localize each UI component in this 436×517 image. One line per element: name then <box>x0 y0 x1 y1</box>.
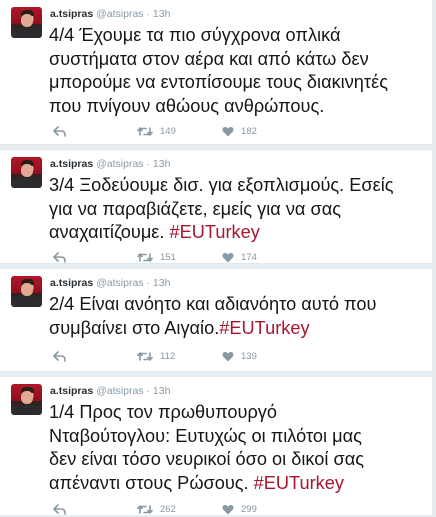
header-separator: · <box>146 8 150 20</box>
like-button[interactable]: 174 <box>222 249 257 265</box>
tweet-header: a.tsipras @atsipras · 13h <box>50 385 170 398</box>
retweet-icon <box>137 252 153 262</box>
tweet-feed: a.tsipras @atsipras · 13h 4/4 Έχουμε τα … <box>0 0 436 515</box>
avatar-shirt <box>14 28 40 38</box>
avatar[interactable] <box>11 157 42 188</box>
header-separator: · <box>146 277 150 289</box>
hashtag-link[interactable]: #EUTurkey <box>170 222 260 242</box>
reply-icon <box>53 125 66 137</box>
avatar-face <box>21 164 33 177</box>
tweet-card[interactable]: a.tsipras @atsipras · 13h 4/4 Έχουμε τα … <box>0 0 432 145</box>
like-count: 139 <box>241 350 257 362</box>
tweet-actions: 151 174 <box>50 249 350 265</box>
avatar-shirt <box>14 178 40 188</box>
reply-button[interactable] <box>53 348 66 364</box>
retweet-count: 151 <box>160 251 176 263</box>
avatar-face <box>21 391 33 404</box>
avatar[interactable] <box>11 7 42 38</box>
tweet-time[interactable]: 13h <box>153 385 171 397</box>
header-separator: · <box>146 385 150 397</box>
tweet-time[interactable]: 13h <box>153 158 171 170</box>
retweet-button[interactable]: 151 <box>137 249 176 265</box>
tweet-actions: 149 182 <box>50 123 350 139</box>
hashtag-link[interactable]: #EUTurkey <box>219 318 309 338</box>
tweet-time[interactable]: 13h <box>153 277 171 289</box>
retweet-icon <box>137 504 153 514</box>
tweet-text: 2/4 Είναι ανόητο και αδιανόητο αυτό που … <box>49 293 427 340</box>
retweet-button[interactable]: 149 <box>137 123 176 139</box>
avatar[interactable] <box>11 384 42 415</box>
author-name[interactable]: a.tsipras <box>50 385 93 397</box>
tweet-header: a.tsipras @atsipras · 13h <box>50 277 170 290</box>
author-handle[interactable]: @atsipras <box>96 277 143 289</box>
tweet-text: 3/4 Ξοδεύουμε δισ. για εξοπλισμούς. Εσεί… <box>49 174 427 245</box>
tweet-actions: 112 139 <box>50 348 350 364</box>
author-name[interactable]: a.tsipras <box>50 8 93 20</box>
hashtag-link[interactable]: #EUTurkey <box>254 473 344 493</box>
avatar-face <box>21 283 33 296</box>
heart-icon <box>222 126 234 136</box>
tweet-text: 4/4 Έχουμε τα πιο σύγχρονα οπλικά συστήμ… <box>49 24 427 118</box>
tweet-body: 2/4 Είναι ανόητο και αδιανόητο αυτό που … <box>49 294 377 338</box>
author-handle[interactable]: @atsipras <box>96 158 143 170</box>
avatar-shirt <box>14 297 40 307</box>
author-name[interactable]: a.tsipras <box>50 158 93 170</box>
tweet-time[interactable]: 13h <box>153 8 171 20</box>
like-count: 182 <box>241 125 257 137</box>
reply-icon <box>53 350 66 362</box>
author-handle[interactable]: @atsipras <box>96 8 143 20</box>
avatar-shirt <box>14 405 40 415</box>
like-button[interactable]: 182 <box>222 123 257 139</box>
heart-icon <box>222 504 234 514</box>
reply-button[interactable] <box>53 249 66 265</box>
like-button[interactable]: 139 <box>222 348 257 364</box>
retweet-count: 112 <box>160 350 176 362</box>
author-handle[interactable]: @atsipras <box>96 385 143 397</box>
tweet-body: 4/4 Έχουμε τα πιο σύγχρονα οπλικά συστήμ… <box>49 25 388 116</box>
header-separator: · <box>146 158 150 170</box>
retweet-button[interactable]: 112 <box>137 348 175 364</box>
retweet-count: 149 <box>160 125 176 137</box>
avatar[interactable] <box>11 276 42 307</box>
reply-icon <box>53 503 66 515</box>
avatar-face <box>21 14 33 27</box>
tweet-card[interactable]: a.tsipras @atsipras · 13h 3/4 Ξοδεύουμε … <box>0 150 432 264</box>
retweet-icon <box>137 126 153 136</box>
like-count: 174 <box>241 251 257 263</box>
tweet-card[interactable]: a.tsipras @atsipras · 13h 2/4 Είναι ανόη… <box>0 269 432 372</box>
retweet-icon <box>137 351 153 361</box>
tweet-header: a.tsipras @atsipras · 13h <box>50 8 170 21</box>
tweet-card[interactable]: a.tsipras @atsipras · 13h 1/4 Προς τον π… <box>0 377 432 515</box>
heart-icon <box>222 252 234 262</box>
tweet-header: a.tsipras @atsipras · 13h <box>50 158 170 171</box>
like-count: 299 <box>241 503 257 515</box>
reply-icon <box>53 251 66 263</box>
heart-icon <box>222 351 234 361</box>
reply-button[interactable] <box>53 123 66 139</box>
retweet-count: 262 <box>160 503 176 515</box>
author-name[interactable]: a.tsipras <box>50 277 93 289</box>
tweet-text: 1/4 Προς τον πρωθυπουργό Νταβούτογλου: Ε… <box>49 401 427 495</box>
